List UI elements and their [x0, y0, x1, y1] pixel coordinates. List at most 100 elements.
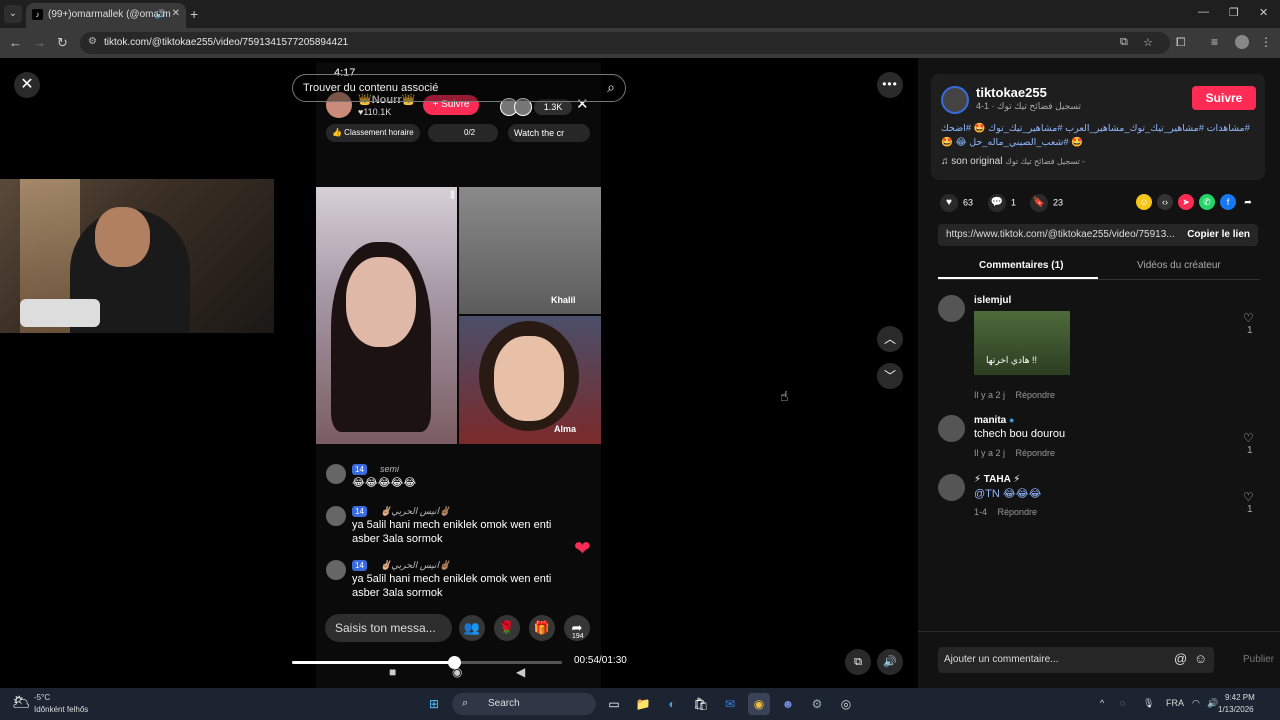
- tab-creator-videos[interactable]: Vidéos du créateur: [1137, 260, 1221, 271]
- author-avatar[interactable]: [941, 86, 969, 114]
- weather-icon[interactable]: 🌥: [12, 693, 31, 711]
- save-count: 23: [1053, 197, 1064, 208]
- install-app-icon[interactable]: ⧉: [1120, 36, 1128, 49]
- chrome-icon[interactable]: ◉: [748, 693, 770, 715]
- floating-player-button[interactable]: ⧉: [845, 649, 871, 675]
- commenter-name: ✌🏼انيس الحربي✌🏽: [380, 506, 451, 516]
- author-name[interactable]: tiktokae255: [976, 85, 1047, 100]
- network-icon[interactable]: ◌: [1120, 698, 1125, 708]
- more-options-button[interactable]: •••: [877, 72, 903, 98]
- reply-button[interactable]: Répondre: [1016, 390, 1056, 400]
- commenter-name[interactable]: ⚡ TAHA ⚡: [974, 474, 1020, 485]
- comment-like-icon[interactable]: ♡: [1243, 431, 1254, 445]
- steam-icon[interactable]: ⚙: [806, 693, 828, 715]
- comment-stat[interactable]: 💬 1: [988, 194, 1016, 212]
- publish-button[interactable]: Publier: [1243, 654, 1274, 665]
- taskbar-search[interactable]: ⌕ Search: [452, 693, 596, 715]
- comment-like-count: 1: [1247, 504, 1253, 515]
- whatsapp-icon[interactable]: ✆: [1199, 194, 1215, 210]
- commenter-name[interactable]: islemjul: [974, 295, 1011, 306]
- bookmark-star-icon[interactable]: ☆: [1143, 36, 1153, 49]
- mail-icon[interactable]: ✉: [719, 693, 741, 715]
- close-video-button[interactable]: ✕: [14, 72, 40, 98]
- video-player[interactable]: ✕ ••• 4:17 👑Nourr👑 ♥110.1K + Suivre 1.3K…: [0, 58, 918, 690]
- extensions-icon[interactable]: ⧠: [1176, 35, 1186, 50]
- streamer-face: [95, 207, 150, 267]
- audio-icon[interactable]: 🔊: [155, 9, 166, 20]
- more-share-icon[interactable]: ➦: [1240, 194, 1256, 210]
- send-icon[interactable]: ➤: [1178, 194, 1194, 210]
- emoji-icon[interactable]: ☺: [1194, 651, 1207, 666]
- comment-text: ya 5alil hani mech eniklek omok wen enti…: [352, 519, 552, 545]
- media-control-icon[interactable]: ≡: [1211, 35, 1218, 49]
- back-icon[interactable]: ←: [9, 35, 22, 50]
- tab-close-icon[interactable]: ✕: [172, 8, 180, 19]
- video-hashtags[interactable]: #مشاهدات #مشاهير_تيك_توك_مشاهير_العرب #م…: [941, 122, 1255, 150]
- watch-chip: Watch the cr: [508, 124, 590, 142]
- embed-icon[interactable]: ‹›: [1157, 194, 1173, 210]
- commenter-avatar[interactable]: [938, 474, 965, 501]
- video-progress-bar[interactable]: [292, 656, 562, 669]
- like-stat[interactable]: ♥ 63: [940, 194, 973, 212]
- reload-icon[interactable]: ↻: [57, 35, 68, 51]
- commenter-avatar[interactable]: [938, 415, 965, 442]
- clock-date[interactable]: 1/13/2026: [1218, 705, 1254, 714]
- share-friends-icon[interactable]: ☺: [1136, 194, 1152, 210]
- file-explorer-icon[interactable]: 📁: [632, 693, 654, 715]
- wifi-icon[interactable]: ◠: [1192, 698, 1200, 709]
- bookmark-icon[interactable]: 🔖: [1030, 194, 1048, 212]
- music-info[interactable]: ♫ son original تسجيل فضائح تيك توك -: [941, 156, 1085, 167]
- commenter-name[interactable]: manita ●: [974, 415, 1014, 426]
- microphone-icon[interactable]: 🎙: [1143, 698, 1154, 709]
- search-icon[interactable]: ⌕: [607, 79, 615, 96]
- clock-time[interactable]: 9:42 PM: [1225, 693, 1255, 702]
- music-label: son original: [951, 156, 1003, 167]
- host-likes: ♥110.1K: [358, 107, 392, 117]
- tray-chevron-icon[interactable]: ^: [1100, 698, 1104, 708]
- edge-icon[interactable]: ◐: [661, 693, 683, 715]
- new-tab-icon[interactable]: +: [190, 6, 198, 22]
- speaker-icon[interactable]: 🔊: [1207, 698, 1218, 709]
- comment-meta: Il y a 2 j Répondre: [974, 390, 1055, 400]
- follow-button[interactable]: Suivre: [1192, 86, 1256, 110]
- previous-video-button[interactable]: ︿: [877, 326, 903, 352]
- tab-comments[interactable]: Commentaires (1): [979, 260, 1063, 271]
- comment-like-icon[interactable]: ♡: [1243, 490, 1254, 504]
- commenter-avatar[interactable]: [938, 295, 965, 322]
- site-info-icon[interactable]: ⚙: [88, 36, 97, 47]
- minimize-icon[interactable]: —: [1198, 6, 1209, 18]
- tab-search-icon[interactable]: ⌄: [4, 5, 22, 23]
- maximize-icon[interactable]: ❐: [1229, 6, 1239, 19]
- task-view-icon[interactable]: ▭: [603, 693, 625, 715]
- app-icon[interactable]: ◎: [835, 693, 857, 715]
- reply-button[interactable]: Répondre: [1016, 448, 1056, 458]
- copy-link-box: https://www.tiktok.com/@tiktokae255/vide…: [938, 224, 1258, 246]
- related-search-bar[interactable]: Trouver du contenu associé ⌕: [292, 74, 626, 102]
- forward-icon[interactable]: →: [33, 35, 46, 50]
- profile-avatar[interactable]: [1235, 35, 1249, 49]
- store-icon[interactable]: 🛍: [690, 693, 712, 715]
- language-indicator[interactable]: FRA: [1166, 698, 1184, 708]
- panel-divider: [918, 631, 1280, 632]
- comment-meta: 1-4 Répondre: [974, 507, 1037, 517]
- level-badge: 14: [352, 464, 367, 475]
- progress-knob[interactable]: [448, 656, 461, 669]
- start-icon[interactable]: ⊞: [423, 693, 445, 715]
- mention-icon[interactable]: @: [1174, 651, 1187, 666]
- copy-link-button[interactable]: Copier le lien: [1187, 229, 1250, 240]
- window-close-icon[interactable]: ✕: [1259, 6, 1268, 19]
- facebook-icon[interactable]: f: [1220, 194, 1236, 210]
- url-field[interactable]: ⚙ tiktok.com/@tiktokae255/video/75913415…: [80, 32, 1170, 54]
- comment-icon[interactable]: 💬: [988, 194, 1006, 212]
- comment-like-icon[interactable]: ♡: [1243, 311, 1254, 325]
- add-comment-input[interactable]: Ajouter un commentaire... @ ☺: [938, 647, 1214, 673]
- heart-icon[interactable]: ♥: [940, 194, 958, 212]
- reply-button[interactable]: Répondre: [998, 507, 1038, 517]
- save-stat[interactable]: 🔖 23: [1030, 194, 1063, 212]
- volume-button[interactable]: 🔊: [877, 649, 903, 675]
- next-video-button[interactable]: ﹀: [877, 363, 903, 389]
- browser-tab[interactable]: ♪ (99+)omarmallek (@omarm 🔊 ✕: [26, 3, 186, 28]
- discord-icon[interactable]: ☻: [777, 693, 799, 715]
- tiktok-favicon-icon: ♪: [32, 9, 43, 20]
- menu-kebab-icon[interactable]: ⋮: [1260, 35, 1272, 49]
